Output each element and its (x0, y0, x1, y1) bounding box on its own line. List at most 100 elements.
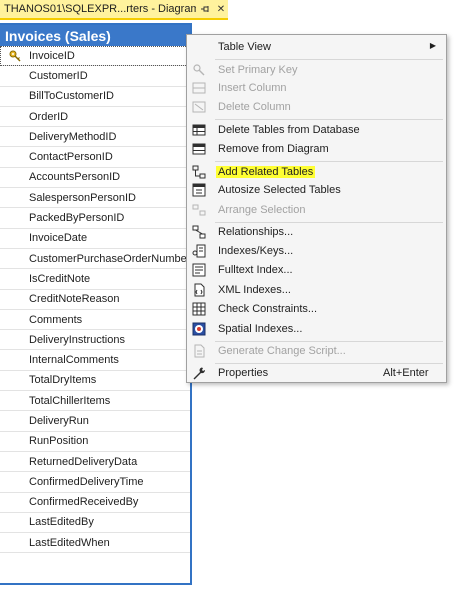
column-name: ConfirmedReceivedBy (29, 496, 139, 509)
table-row-column[interactable]: InvoiceID (0, 46, 190, 67)
menu-item-arrange-selection[interactable]: Arrange Selection (187, 200, 446, 220)
context-menu: Table View ▶ Set Primary Key Insert Colu… (186, 34, 447, 383)
column-name: TotalChillerItems (29, 394, 111, 407)
table-row-column[interactable]: ContactPersonID (0, 147, 190, 168)
menu-item-remove-from-diagram[interactable]: Remove from Diagram (187, 139, 446, 159)
table-row-column[interactable]: DeliveryMethodID (0, 127, 190, 148)
column-name: DeliveryMethodID (29, 130, 117, 143)
autosize-icon (192, 183, 206, 197)
table-row-column[interactable]: CustomerID (0, 66, 190, 87)
table-row-column[interactable]: CreditNoteReason (0, 290, 190, 310)
menu-item-label: Relationships... (218, 226, 294, 238)
table-row-column[interactable]: ConfirmedReceivedBy (0, 493, 190, 513)
column-name: ConfirmedDeliveryTime (29, 475, 144, 488)
column-name: InternalComments (29, 354, 119, 367)
table-row-column[interactable]: DeliveryInstructions (0, 330, 190, 351)
menu-item-label: Delete Tables from Database (218, 124, 360, 136)
column-name: SalespersonPersonID (29, 191, 137, 204)
table-row-column[interactable]: IsCreditNote (0, 269, 190, 290)
menu-item-add-related-tables[interactable]: Add Related Tables (187, 162, 446, 182)
table-row-column[interactable]: LastEditedWhen (0, 533, 190, 554)
wrench-icon (192, 366, 206, 380)
table-row-column[interactable]: LastEditedBy (0, 513, 190, 534)
column-name: InvoiceDate (29, 232, 88, 245)
remove-table-icon (192, 142, 206, 156)
column-name: DeliveryRun (29, 414, 89, 427)
table-title[interactable]: Invoices (Sales) (0, 25, 190, 46)
menu-item-label: Insert Column (218, 82, 287, 94)
table-row-column[interactable]: AccountsPersonID (0, 168, 190, 189)
menu-item-set-primary-key[interactable]: Set Primary Key (187, 60, 446, 80)
menu-item-generate-change-script[interactable]: Generate Change Script... (187, 341, 446, 361)
submenu-arrow-icon: ▶ (429, 41, 436, 50)
pin-icon[interactable] (198, 2, 212, 16)
table-row-column[interactable]: PackedByPersonID (0, 208, 190, 229)
menu-item-label: Add Related Tables (216, 166, 316, 178)
table-row-column[interactable]: RunPosition (0, 432, 190, 452)
table-row-column[interactable]: ReturnedDeliveryData (0, 452, 190, 473)
column-name: InvoiceID (29, 49, 75, 62)
table-row-column[interactable]: BillToCustomerID (0, 87, 190, 107)
menu-item-label: Indexes/Keys... (218, 245, 294, 257)
column-name: DeliveryInstructions (29, 333, 125, 346)
fulltext-index-icon (192, 263, 206, 277)
menu-item-fulltext-index[interactable]: Fulltext Index... (187, 260, 446, 280)
table-row-column[interactable]: InvoiceDate (0, 229, 190, 249)
menu-item-label: Autosize Selected Tables (218, 184, 341, 196)
column-name: CustomerID (29, 69, 88, 82)
xml-indexes-icon (192, 283, 206, 297)
document-tab[interactable]: THANOS01\SQLEXPR...rters - Diagram_0 ✕ (0, 0, 228, 20)
table-row-column[interactable]: CustomerPurchaseOrderNumber (0, 249, 191, 270)
table-row-column[interactable]: OrderID (0, 107, 190, 128)
menu-item-check-constraints[interactable]: Check Constraints... (187, 299, 446, 319)
diagram-table-invoices[interactable]: Invoices (Sales) InvoiceID CustomerID Bi… (0, 23, 192, 585)
column-name: PackedByPersonID (29, 212, 125, 225)
document-tab-title: THANOS01\SQLEXPR...rters - Diagram_0 (4, 3, 196, 15)
table-row-column[interactable]: SalespersonPersonID (0, 188, 190, 209)
table-row-column[interactable]: Comments (0, 310, 190, 331)
column-name: LastEditedWhen (29, 536, 110, 549)
menu-item-xml-indexes[interactable]: XML Indexes... (187, 280, 446, 300)
arrange-icon (192, 203, 206, 217)
menu-item-delete-column[interactable]: Delete Column (187, 97, 446, 117)
menu-item-label: XML Indexes... (218, 284, 291, 296)
column-list: InvoiceID CustomerID BillToCustomerID Or… (0, 46, 191, 554)
close-tab-icon[interactable]: ✕ (214, 2, 228, 16)
table-row-column[interactable]: TotalDryItems (0, 371, 190, 392)
column-name: BillToCustomerID (29, 90, 114, 103)
table-row-column[interactable]: DeliveryRun (0, 411, 190, 432)
menu-item-spatial-indexes[interactable]: Spatial Indexes... (187, 319, 446, 339)
menu-item-shortcut: Alt+Enter (383, 367, 429, 379)
menu-item-table-view[interactable]: Table View ▶ (187, 37, 446, 57)
menu-item-label: Spatial Indexes... (218, 323, 303, 335)
menu-item-label: Properties (218, 367, 269, 379)
insert-column-icon (192, 81, 206, 95)
table-row-column[interactable]: ConfirmedDeliveryTime (0, 472, 190, 493)
primary-key-icon (192, 63, 206, 77)
relationships-icon (192, 225, 206, 239)
column-name: ReturnedDeliveryData (29, 455, 138, 468)
primary-key-icon (9, 50, 21, 62)
column-name: RunPosition (29, 435, 89, 448)
table-row-column[interactable]: InternalComments (0, 350, 190, 371)
delete-table-icon (192, 123, 206, 137)
column-name: ContactPersonID (29, 151, 113, 164)
menu-item-insert-column[interactable]: Insert Column (187, 78, 446, 98)
column-name: AccountsPersonID (29, 171, 121, 184)
menu-item-label: Table View (218, 41, 271, 53)
menu-item-properties[interactable]: Properties Alt+Enter (187, 363, 446, 383)
table-row-column[interactable]: TotalChillerItems (0, 391, 190, 412)
menu-item-label: Arrange Selection (218, 204, 306, 216)
menu-item-autosize[interactable]: Autosize Selected Tables (187, 180, 446, 200)
delete-column-icon (192, 100, 206, 114)
menu-item-label: Fulltext Index... (218, 264, 293, 276)
menu-item-relationships[interactable]: Relationships... (187, 222, 446, 242)
column-name: IsCreditNote (29, 272, 91, 285)
menu-item-label: Check Constraints... (218, 303, 318, 315)
column-name: CreditNoteReason (29, 293, 120, 306)
menu-item-delete-tables[interactable]: Delete Tables from Database (187, 120, 446, 140)
menu-item-indexes-keys[interactable]: Indexes/Keys... (187, 241, 446, 261)
column-name: LastEditedBy (29, 516, 94, 529)
menu-item-label: Delete Column (218, 101, 291, 113)
column-name: CustomerPurchaseOrderNumber (29, 252, 191, 265)
